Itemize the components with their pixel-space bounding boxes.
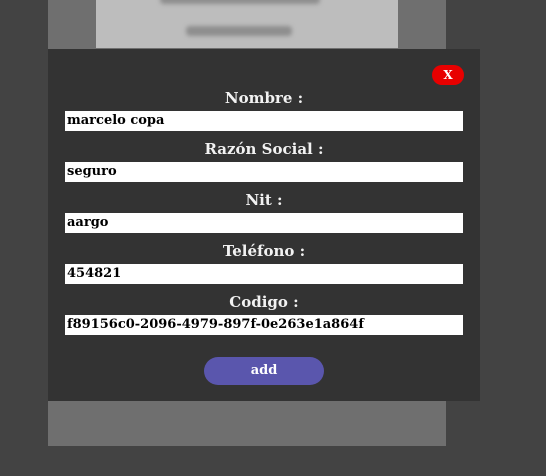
nit-input[interactable] — [65, 213, 463, 233]
client-form-modal: X Nombre : Razón Social : Nit : Teléfono… — [48, 49, 480, 401]
codigo-input[interactable] — [65, 315, 463, 335]
razon-social-input[interactable] — [65, 162, 463, 182]
telefono-input[interactable] — [65, 264, 463, 284]
codigo-label: Codigo : — [229, 293, 299, 311]
nombre-label: Nombre : — [224, 89, 304, 107]
background-blurred-text — [160, 0, 320, 4]
add-button[interactable]: add — [204, 357, 324, 385]
telefono-label: Teléfono : — [222, 242, 306, 260]
background-blurred-text — [186, 26, 292, 36]
close-button[interactable]: X — [432, 65, 464, 85]
razon-social-label: Razón Social : — [204, 140, 324, 158]
nombre-input[interactable] — [65, 111, 463, 131]
nit-label: Nit : — [245, 191, 283, 209]
background-card-header — [96, 0, 398, 48]
